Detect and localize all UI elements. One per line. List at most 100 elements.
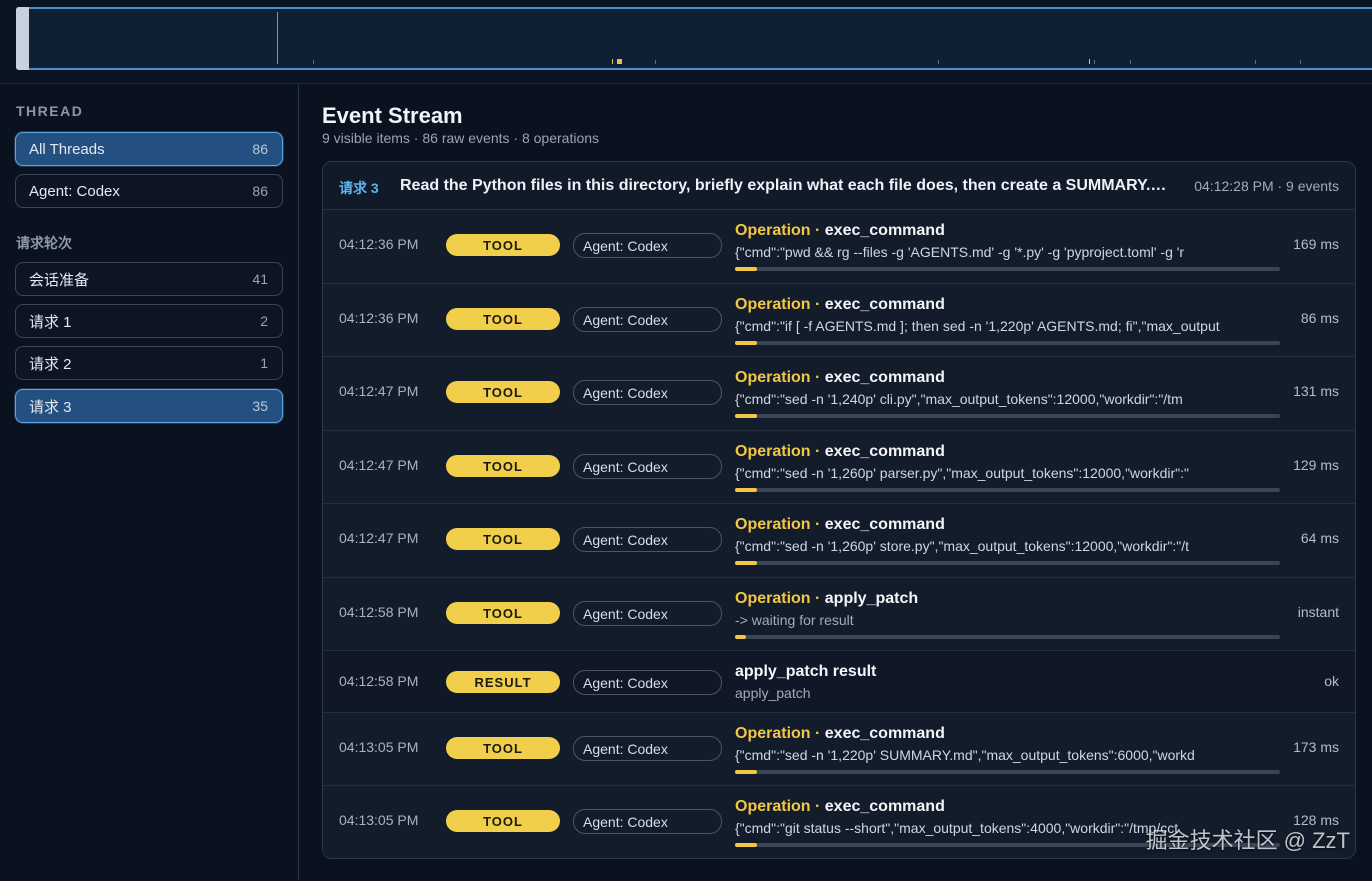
event-duration-fill [735,635,746,639]
event-operation: Operation · exec_command [735,369,945,387]
event-duration-fill [735,414,757,418]
event-row[interactable]: 04:12:58 PM RESULT Agent: Codex apply_patch… [323,651,1355,713]
event-type-badge: TOOL [446,602,560,624]
event-duration-bar [735,267,1280,271]
timeline-tick [938,60,939,64]
timeline-tick [313,60,314,64]
operation-separator: · [810,590,825,607]
timeline-range-selector[interactable] [16,7,1372,70]
event-agent-chip[interactable]: Agent: Codex [573,601,722,626]
event-args: {"cmd":"if [ -f AGENTS.md ]; then sed -n… [735,318,1220,334]
event-duration-bar [735,414,1280,418]
operation-name: exec_command [824,725,945,742]
sidebar-item-count: 41 [252,271,268,287]
event-time: 04:12:36 PM [339,310,419,326]
event-stream-panel: 请求 3 Read the Python files in this direc… [322,161,1356,859]
sidebar-item-count: 1 [260,355,268,371]
request-header[interactable]: 请求 3 Read the Python files in this direc… [323,162,1355,210]
event-duration: 86 ms [1300,310,1339,326]
sidebar-item-label: 会话准备 [29,271,90,289]
event-row[interactable]: 04:12:47 PM TOOL Agent: Codex Operation · e… [323,357,1355,431]
operation-kind: Operation [735,725,811,742]
event-type-badge: TOOL [446,810,560,832]
sidebar-item-agent-codex[interactable]: Agent: Codex 86 [15,174,283,208]
rounds-heading: 请求轮次 [16,235,72,251]
event-type-badge: TOOL [446,308,560,330]
event-agent-chip[interactable]: Agent: Codex [573,736,722,761]
sidebar-item-count: 35 [252,398,268,414]
event-duration-bar [735,488,1280,492]
event-args: {"cmd":"sed -n '1,240p' cli.py","max_out… [735,391,1183,407]
event-agent-chip[interactable]: Agent: Codex [573,380,722,405]
event-time: 04:13:05 PM [339,739,419,755]
event-row[interactable]: 04:12:47 PM TOOL Agent: Codex Operation · e… [323,504,1355,578]
operation-kind: Operation [735,516,811,533]
sidebar-item-request-1[interactable]: 请求 1 2 [15,304,283,338]
timeline-tick [1130,60,1131,64]
event-duration: 129 ms [1293,457,1339,473]
operation-name: exec_command [824,798,945,815]
event-duration-fill [735,561,757,565]
operation-kind: Operation [735,798,811,815]
event-row[interactable]: 04:12:58 PM TOOL Agent: Codex Operation · a… [323,578,1355,651]
event-type-badge: TOOL [446,455,560,477]
operation-separator: · [810,725,825,742]
event-type-badge: TOOL [446,234,560,256]
event-time: 04:12:47 PM [339,530,419,546]
thread-heading: THREAD [16,103,84,119]
event-duration-bar [735,561,1280,565]
main-content: Event Stream 9 visible items · 86 raw ev… [300,85,1372,881]
sidebar-item-label: 请求 2 [29,355,72,373]
event-time: 04:12:47 PM [339,383,419,399]
sidebar-item-count: 86 [252,183,268,199]
timeline-drag-handle[interactable] [16,7,29,70]
event-args: apply_patch [735,685,811,701]
event-args: {"cmd":"sed -n '1,260p' store.py","max_o… [735,538,1189,554]
sidebar-item-request-2[interactable]: 请求 2 1 [15,346,283,380]
operation-name: apply_patch [824,590,919,607]
event-duration-fill [735,488,757,492]
event-row[interactable]: 04:12:36 PM TOOL Agent: Codex Operation · e… [323,284,1355,357]
event-type-badge: TOOL [446,528,560,550]
sidebar-item-label: Agent: Codex [29,182,120,200]
sidebar-item-label: 请求 1 [29,313,72,331]
event-type-badge: TOOL [446,737,560,759]
event-agent-chip[interactable]: Agent: Codex [573,454,722,479]
event-duration: instant [1297,604,1339,620]
operation-name: exec_command [824,222,945,239]
event-agent-chip[interactable]: Agent: Codex [573,809,722,834]
sidebar-item-session-prep[interactable]: 会话准备 41 [15,262,283,296]
request-tag: 请求 3 [339,180,379,196]
event-operation: apply_patch result [735,663,876,681]
event-time: 04:12:47 PM [339,457,419,473]
event-agent-chip[interactable]: Agent: Codex [573,307,722,332]
event-duration: 169 ms [1293,236,1339,252]
operation-kind: Operation [735,590,811,607]
event-duration: 64 ms [1300,530,1339,546]
sidebar-item-all-threads[interactable]: All Threads 86 [15,132,283,166]
event-duration-fill [735,843,757,847]
operation-kind: Operation [735,369,811,386]
event-agent-chip[interactable]: Agent: Codex [573,527,722,552]
timeline-minimap[interactable] [0,0,1372,84]
event-row[interactable]: 04:13:05 PM TOOL Agent: Codex Operation · e… [323,713,1355,786]
event-row[interactable]: 04:12:47 PM TOOL Agent: Codex Operation · e… [323,431,1355,504]
operation-separator: · [810,798,825,815]
operation-kind: Operation [735,443,811,460]
operation-kind: Operation [735,296,811,313]
event-duration-bar [735,770,1280,774]
page-subtitle: 9 visible items · 86 raw events · 8 oper… [322,130,600,146]
event-operation: Operation · exec_command [735,296,945,314]
sidebar-item-request-3[interactable]: 请求 3 35 [15,389,283,423]
event-row[interactable]: 04:12:36 PM TOOL Agent: Codex Operation · e… [323,210,1355,284]
event-args: {"cmd":"sed -n '1,260p' parser.py","max_… [735,465,1189,481]
event-agent-chip[interactable]: Agent: Codex [573,670,722,695]
event-duration: 173 ms [1293,739,1339,755]
event-duration-fill [735,770,757,774]
operation-name: exec_command [824,369,945,386]
event-duration-fill [735,341,757,345]
event-time: 04:12:36 PM [339,236,419,252]
event-agent-chip[interactable]: Agent: Codex [573,233,722,258]
event-operation: Operation · exec_command [735,443,945,461]
event-args: {"cmd":"pwd && rg --files -g 'AGENTS.md'… [735,244,1185,260]
